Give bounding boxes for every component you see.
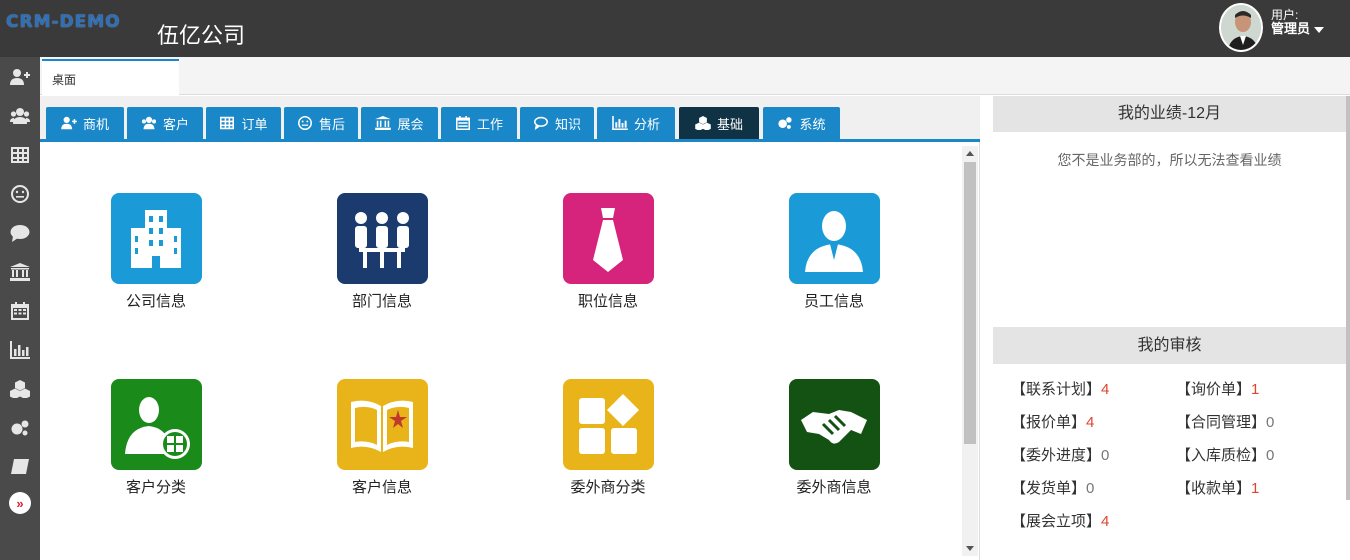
tab-opportunity[interactable]: 商机 — [46, 107, 124, 139]
review-item-delivery[interactable]: 【发货单】0 — [1011, 477, 1176, 498]
tab-label: 客户 — [162, 116, 189, 132]
users-icon — [141, 116, 157, 130]
bar-chart-icon[interactable] — [0, 330, 40, 369]
building-icon — [110, 193, 202, 284]
review-item-receipt[interactable]: 【收款单】1 — [1176, 477, 1341, 498]
handshake-icon — [788, 379, 880, 470]
review-item-contact-plan[interactable]: 【联系计划】4 — [1011, 378, 1176, 399]
tab-system[interactable]: 系统 — [763, 107, 840, 139]
tab-label: 基础 — [716, 116, 743, 132]
tab-label: 售后 — [318, 116, 345, 132]
app-logo[interactable]: CRM-DEMO — [6, 12, 121, 32]
table-icon — [220, 116, 235, 130]
tile-label: 客户信息 — [351, 479, 412, 496]
user-name: 管理员 — [1271, 21, 1311, 36]
bank-icon[interactable] — [0, 252, 40, 291]
tab-after-sales[interactable]: 售后 — [284, 107, 358, 139]
scroll-up-icon[interactable] — [966, 151, 974, 156]
chat-icon — [533, 116, 548, 130]
shapes-icon — [562, 379, 654, 470]
tile-position-info[interactable]: 职位信息 — [538, 193, 678, 311]
review-item-inbound-qc[interactable]: 【入库质检】0 — [1176, 444, 1341, 465]
chat-icon[interactable] — [0, 213, 40, 252]
user-category-icon — [110, 379, 202, 470]
tab-work[interactable]: 工作 — [441, 107, 517, 139]
tab-knowledge[interactable]: 知识 — [520, 107, 594, 139]
gears-icon — [778, 117, 793, 129]
tile-label: 委外商信息 — [796, 479, 872, 496]
tab-analysis[interactable]: 分析 — [597, 107, 675, 139]
tile-label: 员工信息 — [803, 293, 864, 310]
performance-title: 我的业绩-12月 — [993, 96, 1346, 132]
company-name: 伍亿公司 — [157, 23, 246, 48]
tile-grid: 公司信息 部门信息 职位信息 员工信息 客户分类 客户信息 委外商分类 委外商信… — [40, 146, 962, 560]
tab-label: 系统 — [799, 116, 826, 132]
tab-customer[interactable]: 客户 — [127, 107, 203, 139]
module-tabs: 商机 客户 订单 售后 展会 工作 知识 分析 基础 系统 — [40, 96, 980, 142]
tie-icon — [562, 193, 654, 284]
side-panel: 我的业绩-12月 您不是业务部的，所以无法查看业绩 我的审核 【联系计划】4 【… — [993, 96, 1346, 560]
tab-label: 分析 — [633, 116, 660, 132]
review-item-inquiry[interactable]: 【询价单】1 — [1176, 378, 1341, 399]
tile-label: 公司信息 — [125, 293, 186, 310]
tab-label: 知识 — [554, 116, 581, 132]
performance-message: 您不是业务部的，所以无法查看业绩 — [993, 132, 1346, 328]
add-user-icon — [61, 116, 77, 130]
book-icon[interactable] — [0, 447, 40, 486]
scroll-down-icon[interactable] — [966, 546, 974, 551]
meeting-icon — [336, 193, 428, 284]
sidebar-expand-button[interactable]: » — [9, 492, 31, 514]
tile-subcontractor-info[interactable]: 委外商信息 — [764, 379, 904, 497]
person-icon — [788, 193, 880, 284]
tile-label: 委外商分类 — [570, 479, 646, 496]
cubes-icon — [695, 116, 711, 130]
add-user-icon[interactable] — [0, 57, 40, 96]
tile-subcontractor-category[interactable]: 委外商分类 — [538, 379, 678, 497]
tile-company-info[interactable]: 公司信息 — [86, 193, 226, 311]
gears-icon[interactable] — [0, 408, 40, 447]
open-book-icon — [336, 379, 428, 470]
top-bar: CRM-DEMO 伍亿公司 用户: 管理员 — [0, 0, 1350, 57]
smile-icon — [297, 116, 312, 130]
scroll-thumb[interactable] — [964, 162, 976, 444]
tile-employee-info[interactable]: 员工信息 — [764, 193, 904, 311]
review-list: 【联系计划】4 【询价单】1 【报价单】4 【合同管理】0 【委外进度】0 【入… — [993, 364, 1346, 531]
tab-label: 工作 — [476, 116, 503, 132]
tab-basic[interactable]: 基础 — [679, 107, 759, 139]
tile-customer-info[interactable]: 客户信息 — [312, 379, 452, 497]
avatar[interactable] — [1219, 3, 1263, 52]
tab-order[interactable]: 订单 — [206, 107, 281, 139]
side-panel-scrollbar[interactable] — [1346, 96, 1350, 500]
tile-customer-category[interactable]: 客户分类 — [86, 379, 226, 497]
tab-label: 展会 — [397, 116, 424, 132]
user-menu[interactable]: 用户: 管理员 — [1271, 8, 1325, 36]
calendar-icon[interactable] — [0, 291, 40, 330]
cubes-icon[interactable] — [0, 369, 40, 408]
user-label: 用户: — [1271, 8, 1299, 22]
tab-exhibition[interactable]: 展会 — [361, 107, 438, 139]
review-title: 我的审核 — [993, 328, 1346, 364]
bank-icon — [375, 116, 392, 130]
tile-label: 部门信息 — [351, 293, 412, 310]
tile-label: 职位信息 — [577, 293, 638, 310]
review-item-contract[interactable]: 【合同管理】0 — [1176, 411, 1341, 432]
sidebar: » — [0, 57, 40, 560]
calendar-icon — [455, 116, 470, 130]
page-tabbar: 桌面 — [40, 57, 1350, 95]
review-item-quotation[interactable]: 【报价单】4 — [1011, 411, 1176, 432]
tab-label: 商机 — [82, 116, 109, 132]
table-icon[interactable] — [0, 135, 40, 174]
main-panel: 商机 客户 订单 售后 展会 工作 知识 分析 基础 系统 公司信息 部门信息 — [40, 96, 980, 560]
caret-down-icon[interactable] — [1314, 26, 1325, 33]
review-item-exhibition[interactable]: 【展会立项】4 — [1011, 510, 1176, 531]
review-item-outsource-progress[interactable]: 【委外进度】0 — [1011, 444, 1176, 465]
users-icon[interactable] — [0, 96, 40, 135]
smile-icon[interactable] — [0, 174, 40, 213]
tile-department-info[interactable]: 部门信息 — [312, 193, 452, 311]
page-tab-desktop[interactable]: 桌面 — [42, 59, 179, 95]
tab-label: 订单 — [241, 116, 268, 132]
content-scrollbar[interactable] — [962, 146, 978, 556]
bar-chart-icon — [612, 116, 628, 130]
tile-label: 客户分类 — [125, 479, 186, 496]
